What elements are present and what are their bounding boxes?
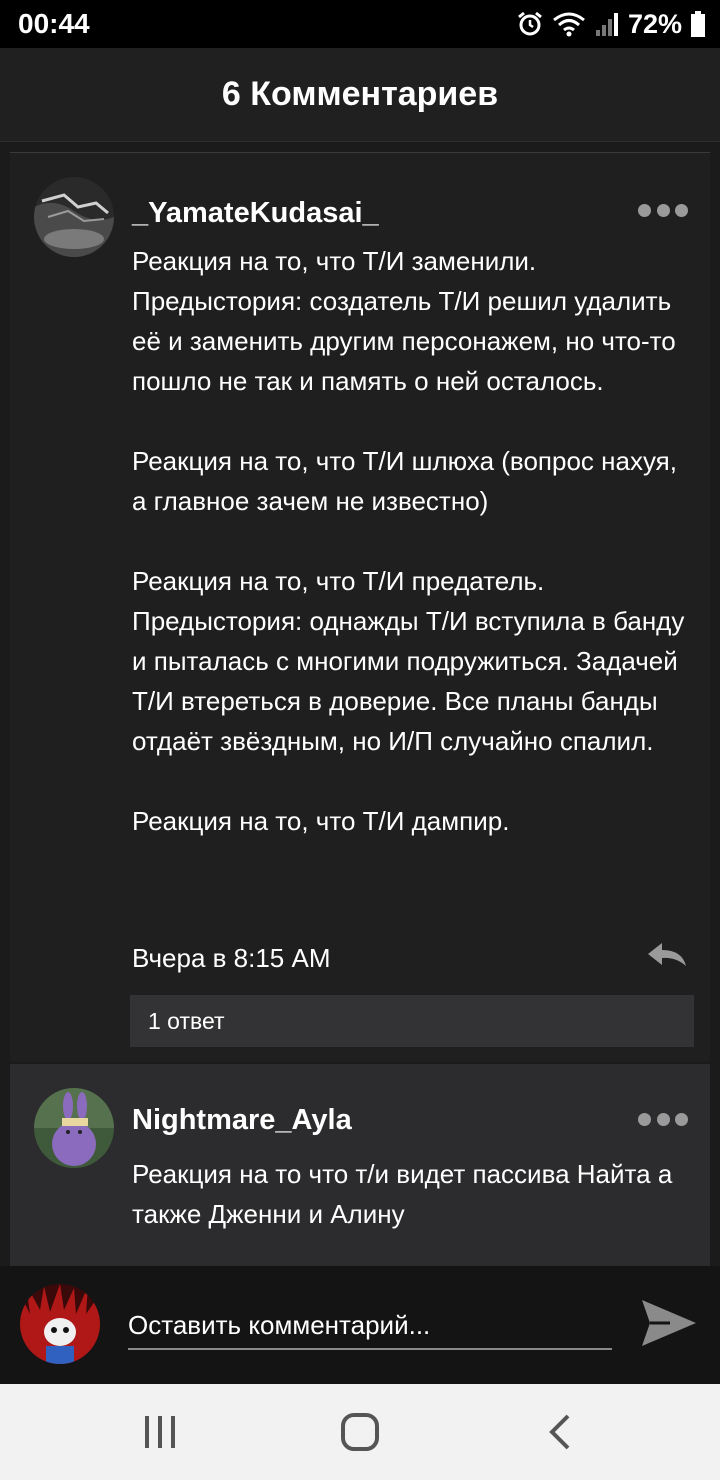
more-dot	[675, 203, 688, 217]
battery-percent: 72%	[627, 8, 682, 39]
comment-input[interactable]	[128, 1302, 612, 1350]
comments-feed[interactable]: _YamateKudasai_ Реакция на то, что Т/И з…	[0, 142, 720, 1266]
status-time: 00:44	[18, 8, 90, 39]
system-navigation-bar	[0, 1384, 720, 1480]
battery-icon	[691, 11, 705, 37]
avatar-image	[34, 177, 114, 257]
comment-text: Реакция на то, что Т/И заменили. Предыст…	[132, 246, 685, 836]
username[interactable]: Nightmare_Ayla	[132, 1104, 352, 1137]
comment-item[interactable]: _YamateKudasai_ Реакция на то, что Т/И з…	[10, 152, 710, 1062]
avatar-image	[20, 1284, 100, 1364]
home-icon[interactable]	[340, 1412, 380, 1452]
view-replies-button[interactable]: 1 ответ	[130, 995, 694, 1047]
more-dot	[638, 1112, 651, 1126]
username[interactable]: _YamateKudasai_	[132, 197, 379, 230]
avatar[interactable]	[34, 1088, 114, 1168]
comment-timestamp: Вчера в 8:15 AM	[132, 943, 331, 973]
more-dot	[656, 1112, 670, 1126]
more-dot	[675, 1112, 688, 1126]
wifi-icon	[553, 12, 585, 37]
reply-icon[interactable]	[644, 939, 688, 969]
comment-text: Реакция на то что т/и видет пассива Найт…	[132, 1159, 680, 1229]
send-icon[interactable]	[640, 1296, 698, 1350]
status-bar: 00:44 72%	[0, 0, 720, 48]
avatar[interactable]	[34, 177, 114, 257]
comment-compose-bar	[0, 1266, 720, 1384]
alarm-icon	[518, 11, 542, 36]
status-icons: 72%	[516, 6, 706, 42]
more-dot	[638, 203, 651, 217]
replies-count: 1 ответ	[148, 1007, 225, 1034]
current-user-avatar[interactable]	[20, 1284, 100, 1364]
signal-icon	[595, 13, 618, 36]
comment-item[interactable]: Nightmare_Ayla Реакция на то что т/и вид…	[10, 1064, 710, 1266]
comments-header: 6 Комментариев	[0, 48, 720, 142]
more-options-button[interactable]	[638, 195, 688, 225]
more-dot	[656, 203, 670, 217]
back-icon[interactable]	[542, 1412, 582, 1452]
page-title: 6 Комментариев	[221, 75, 499, 113]
more-options-button[interactable]	[638, 1104, 688, 1134]
avatar-image	[34, 1088, 114, 1168]
recent-apps-icon[interactable]	[140, 1412, 180, 1452]
